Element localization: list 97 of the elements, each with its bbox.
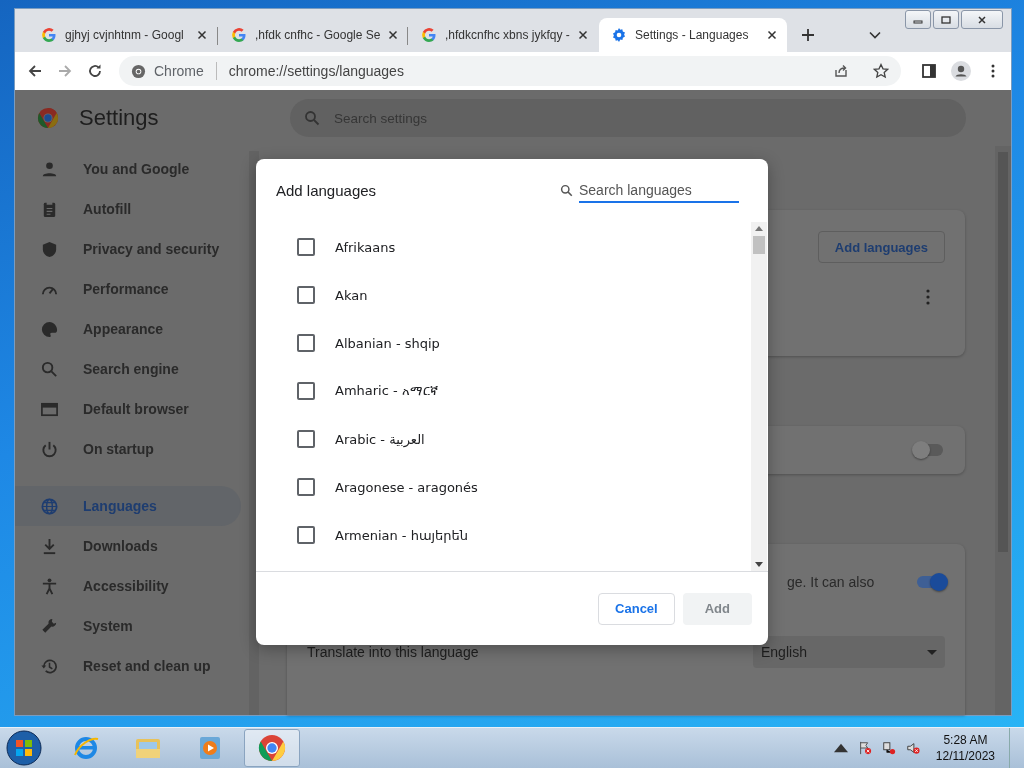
toggle-switch[interactable] — [917, 576, 945, 588]
sidebar-item[interactable]: Default browser — [15, 389, 241, 429]
profile-avatar-icon[interactable] — [951, 61, 971, 81]
scroll-up-arrow-icon[interactable] — [755, 226, 763, 231]
scrollbar[interactable] — [995, 146, 1011, 715]
language-name: Albanian - shqip — [335, 335, 440, 351]
browser-tab[interactable]: gjhyj cvjnhtnm - Googl — [29, 18, 217, 52]
sidebar-item[interactable]: Accessibility — [15, 566, 241, 606]
browser-tab[interactable]: ,hfdk cnfhc - Google Se — [219, 18, 407, 52]
settings-title: Settings — [79, 105, 159, 131]
maximize-button[interactable] — [933, 10, 959, 29]
gear-icon — [611, 27, 627, 43]
dialog-title: Add languages — [276, 182, 377, 199]
clock-date: 12/11/2023 — [935, 748, 995, 764]
tab-title: gjhyj cvjnhtnm - Googl — [65, 28, 185, 42]
checkbox[interactable] — [297, 430, 315, 448]
search-icon — [560, 184, 573, 197]
cancel-button[interactable]: Cancel — [598, 592, 675, 625]
star-icon[interactable] — [873, 63, 889, 79]
close-icon — [977, 14, 987, 25]
scroll-down-arrow-icon[interactable] — [755, 562, 763, 567]
search-icon — [304, 110, 320, 126]
taskbar-button[interactable] — [244, 729, 300, 767]
sidebar-item[interactable]: Reset and clean up — [15, 646, 241, 686]
add-languages-button[interactable]: Add languages — [817, 231, 945, 263]
history-icon — [40, 656, 59, 676]
checkbox[interactable] — [297, 526, 315, 544]
language-name: Afrikaans — [335, 239, 396, 255]
speaker-muted-icon[interactable] — [905, 741, 920, 755]
shield-icon — [40, 239, 59, 259]
sidebar-item[interactable]: Performance — [15, 269, 241, 309]
sidebar-item[interactable]: Appearance — [15, 309, 241, 349]
checkbox[interactable] — [297, 478, 315, 496]
chrome-icon — [257, 733, 287, 763]
toggle-switch[interactable] — [915, 444, 943, 456]
minimize-button[interactable] — [905, 10, 931, 29]
checkbox[interactable] — [297, 238, 315, 256]
clock[interactable]: 5:28 AM 12/11/2023 — [935, 732, 995, 764]
chevron-down-icon[interactable] — [869, 31, 881, 39]
sidebar-item[interactable]: You and Google — [15, 149, 241, 189]
language-name: Aragonese - aragonés — [335, 479, 478, 495]
sidebar-item[interactable]: On startup — [15, 429, 241, 469]
language-name: Amharic - አማርኛ — [335, 383, 438, 399]
scrollbar[interactable] — [751, 222, 767, 571]
close-icon[interactable] — [577, 30, 588, 40]
checkbox[interactable] — [297, 334, 315, 352]
sidebar-item[interactable]: System — [15, 606, 241, 646]
google-icon — [41, 27, 57, 43]
network-icon[interactable] — [881, 741, 896, 755]
start-orb-icon[interactable] — [6, 730, 42, 766]
browser-tab[interactable]: Settings - Languages — [599, 18, 787, 52]
url-text: chrome://settings/languages — [228, 63, 404, 79]
tab-title: Settings - Languages — [635, 28, 750, 42]
palette-icon — [40, 319, 59, 339]
language-name: Armenian - հայերեն — [335, 527, 469, 543]
scrollbar-thumb[interactable] — [753, 236, 765, 254]
dropdown-arrow-icon — [927, 649, 937, 655]
side-panel-icon[interactable] — [921, 63, 937, 79]
chrome-logo-icon — [37, 107, 59, 129]
checkbox[interactable] — [297, 286, 315, 304]
address-bar[interactable]: Chrome chrome://settings/languages — [119, 56, 901, 86]
tab-title: ,hfdkcnfhc xbns jykfqy - — [445, 28, 570, 42]
accessibility-icon — [40, 576, 59, 596]
close-button[interactable] — [961, 10, 1003, 29]
show-hidden-icons-icon[interactable] — [833, 741, 848, 755]
sidebar-item[interactable]: Privacy and security — [15, 229, 241, 269]
search-icon — [40, 359, 59, 379]
tab-title: ,hfdk cnfhc - Google Se — [255, 28, 381, 42]
globe-icon — [40, 496, 59, 516]
setting-description: ge. It can also — [787, 574, 875, 590]
language-dropdown[interactable]: English — [753, 636, 945, 668]
flag-icon[interactable] — [857, 741, 872, 755]
close-icon[interactable] — [197, 30, 207, 40]
sidebar-item[interactable]: Autofill — [15, 189, 241, 229]
sidebar-item[interactable]: Languages — [15, 486, 241, 526]
plus-icon[interactable] — [801, 28, 815, 42]
setting-label: Translate into this language — [307, 644, 479, 660]
back-arrow-icon[interactable] — [27, 63, 43, 79]
browser-tab[interactable]: ,hfdkcnfhc xbns jykfqy - — [409, 18, 597, 52]
checkbox[interactable] — [297, 382, 315, 400]
language-name: Arabic - العربية — [335, 431, 425, 447]
maximize-icon — [941, 14, 951, 25]
more-options-icon[interactable] — [926, 289, 930, 305]
close-icon[interactable] — [388, 30, 399, 40]
sidebar-item[interactable]: Downloads — [15, 526, 241, 566]
site-label: Chrome — [154, 63, 204, 79]
person-icon — [40, 159, 59, 179]
reload-icon[interactable] — [87, 63, 103, 79]
power-icon — [40, 439, 59, 459]
clock-time: 5:28 AM — [943, 732, 988, 748]
sidebar-item[interactable]: Search engine — [15, 349, 241, 389]
share-icon[interactable] — [833, 63, 849, 79]
language-name: Akan — [335, 287, 368, 303]
google-icon — [421, 27, 437, 43]
close-icon[interactable] — [767, 30, 777, 40]
google-icon — [231, 27, 247, 43]
chrome-icon — [131, 63, 146, 79]
